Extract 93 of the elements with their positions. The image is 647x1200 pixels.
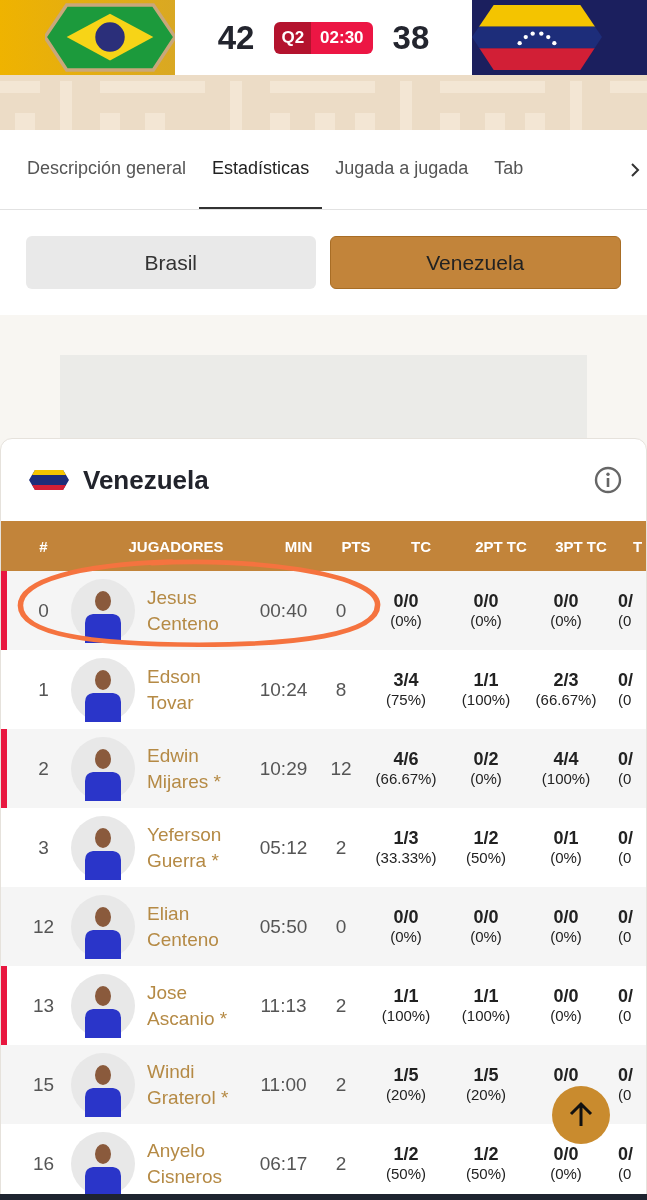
table-cell-text: 0	[334, 915, 348, 938]
tab[interactable]: Jugada a jugada	[322, 130, 482, 209]
period-label: Q2	[274, 21, 312, 54]
table-cell-text: 0/0 (0%)	[469, 590, 503, 631]
table-cell-text: 1/2 (50%)	[385, 1143, 427, 1184]
table-cell-text: 0/0	[552, 1064, 580, 1087]
player-name-link[interactable]: Jose Ascanio *	[147, 979, 228, 1032]
table-cell-text: 3/4 (75%)	[385, 669, 427, 710]
table-cell-text: 12	[31, 915, 56, 938]
table-cell-text: 15	[31, 1073, 56, 1096]
table-cell-text: 2	[334, 1152, 348, 1175]
table-cell-text: 4/6 (66.67%)	[374, 748, 438, 789]
table-cell-text: 2	[334, 994, 348, 1017]
column-header: PTS	[340, 537, 372, 555]
table-cell-text: 11:13	[259, 994, 308, 1017]
table-cell-text: 8	[334, 678, 348, 701]
table-cell-text: 1/1 (100%)	[460, 985, 512, 1026]
player-avatar	[71, 973, 135, 1038]
column-header: #	[38, 537, 49, 555]
table-cell-text: 0/0 (0%)	[549, 985, 583, 1026]
column-header: TC	[410, 537, 432, 555]
table-cell-text: 2	[334, 836, 348, 859]
table-cell-text: 0/1 (0%)	[549, 827, 583, 868]
table-cell-text: 16	[31, 1152, 56, 1175]
table-cell-text: 0/0 (0%)	[389, 906, 423, 947]
away-score: 38	[392, 18, 430, 57]
column-header: T	[632, 537, 644, 555]
player-avatar	[71, 736, 135, 801]
column-header: 2PT TC	[474, 537, 528, 555]
table-cell-text: 2	[37, 757, 50, 780]
table-cell-text: 0/0 (0%)	[549, 906, 583, 947]
table-cell-text: 0/0 (0%)	[549, 590, 583, 631]
player-name-link[interactable]: Windi Graterol *	[147, 1058, 229, 1111]
table-cell-text: 05:12	[258, 836, 309, 859]
table-cell-text: 1/2 (50%)	[465, 827, 507, 868]
table-cell-text: 0/ (0	[617, 827, 634, 868]
team-button[interactable]: Brasil	[26, 236, 316, 289]
table-cell-text: 2	[334, 1073, 348, 1096]
column-header: 3PT TC	[554, 537, 608, 555]
player-avatar	[71, 894, 135, 959]
table-cell-text: 00:40	[258, 599, 309, 622]
player-avatar	[71, 1131, 135, 1196]
table-cell-text: 05:50	[258, 915, 309, 938]
table-cell-text: 0/ (0	[617, 748, 634, 789]
player-avatar	[71, 815, 135, 880]
game-clock: 02:30	[311, 21, 373, 54]
home-score: 42	[217, 18, 255, 57]
table-cell-text: 1/1 (100%)	[460, 669, 512, 710]
column-header: MIN	[283, 537, 314, 555]
table-cell-text: 3	[37, 836, 50, 859]
table-cell-text: 0/2 (0%)	[469, 748, 503, 789]
tab[interactable]: Tab	[481, 130, 537, 209]
team-title: Venezuela	[83, 464, 210, 496]
table-cell-text: 1/1 (100%)	[380, 985, 432, 1026]
table-cell-text: 0/ (0	[617, 590, 634, 631]
player-avatar	[71, 657, 135, 722]
table-cell-text: 06:17	[258, 1152, 309, 1175]
table-cell-text: 1/2 (50%)	[465, 1143, 507, 1184]
table-cell-text: 10:24	[258, 678, 309, 701]
table-cell-text: 1/5 (20%)	[385, 1064, 427, 1105]
brazil-flag-icon	[45, 0, 175, 75]
team-button[interactable]: Venezuela	[329, 236, 621, 289]
table-cell-text: 12	[329, 757, 353, 780]
table-cell-text: 0/ (0	[617, 1064, 634, 1105]
table-cell-text: 0/ (0	[617, 985, 634, 1026]
player-avatar	[71, 578, 135, 643]
player-name-link[interactable]: Anyelo Cisneros	[147, 1137, 222, 1190]
player-name-link[interactable]: Jesus Centeno	[147, 584, 219, 637]
table-cell-text: 4/4 (100%)	[540, 748, 592, 789]
player-name-link[interactable]: Elian Centeno	[147, 900, 219, 953]
table-cell-text: 13	[31, 994, 56, 1017]
table-cell-text: 0	[334, 599, 348, 622]
table-cell-text: 0/0 (0%)	[549, 1143, 583, 1184]
table-cell-text: 0/ (0	[617, 669, 634, 710]
table-cell-text: 0/0 (0%)	[469, 906, 503, 947]
table-cell-text: 0/ (0	[617, 1143, 634, 1184]
player-name-link[interactable]: Edwin Mijares *	[147, 742, 221, 795]
table-cell-text: 2/3 (66.67%)	[534, 669, 598, 710]
info-icon[interactable]	[594, 466, 622, 494]
table-cell-text: 1/3 (33.33%)	[374, 827, 438, 868]
table-cell-text: 1/5 (20%)	[465, 1064, 507, 1105]
table-cell-text: 0	[37, 599, 50, 622]
table-cell-text: 1	[37, 678, 50, 701]
player-name-link[interactable]: Edson Tovar	[147, 663, 201, 716]
table-cell-text: 11:00	[259, 1073, 308, 1096]
player-name-link[interactable]: Yeferson Guerra *	[147, 821, 222, 874]
table-cell-text: 10:29	[258, 757, 309, 780]
tab[interactable]: Descripción general	[14, 130, 200, 209]
column-header: JUGADORES	[127, 537, 225, 555]
table-cell-text: 0/ (0	[617, 906, 634, 947]
table-cell-text: 0/0 (0%)	[389, 590, 423, 631]
venezuela-flag-icon	[29, 467, 69, 493]
player-avatar	[71, 1052, 135, 1117]
